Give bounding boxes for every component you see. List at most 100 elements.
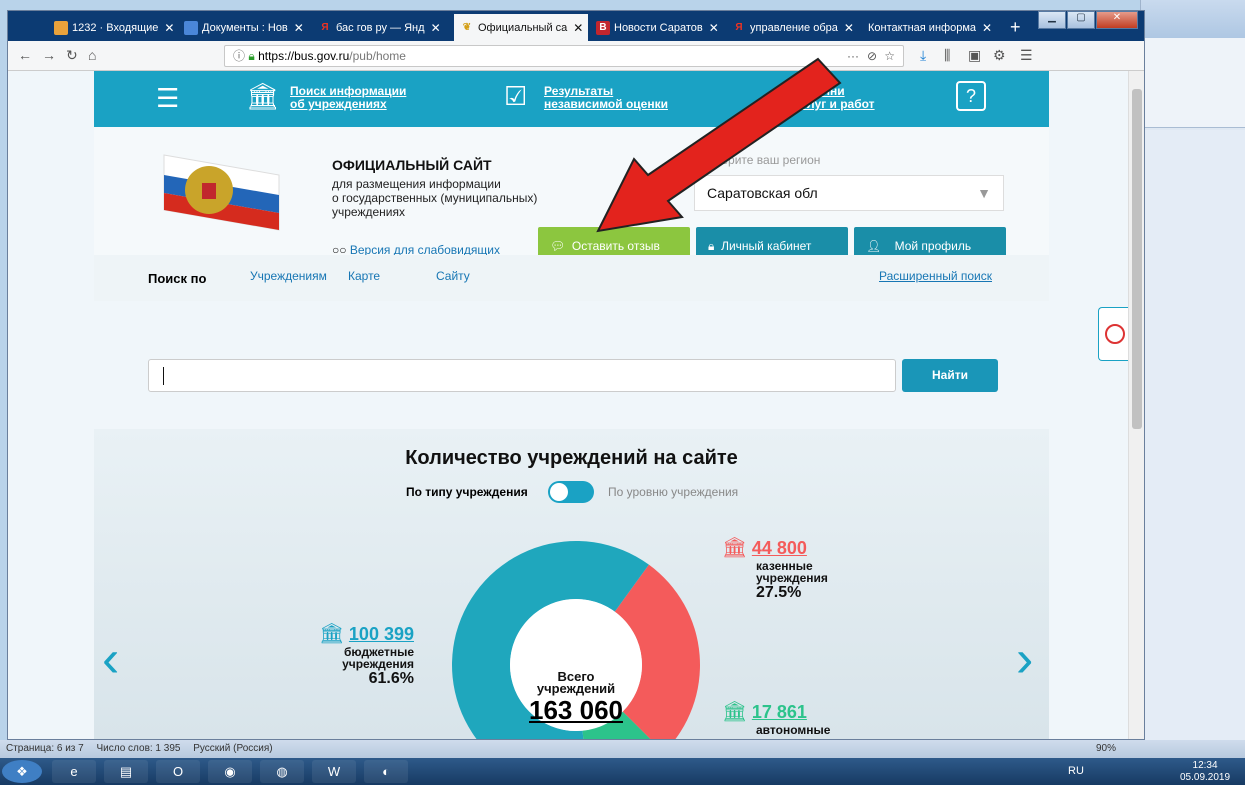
search-by-site[interactable]: Сайту <box>436 269 470 283</box>
tab-uprav[interactable]: Яуправление обра ✕ <box>726 14 860 41</box>
building-icon: 🏛︎ <box>722 537 748 559</box>
sidebar-icon[interactable]: ▣ <box>968 47 981 64</box>
maximize-button[interactable]: ▢ <box>1067 11 1095 29</box>
close-icon[interactable]: ✕ <box>164 21 174 35</box>
close-icon[interactable]: ✕ <box>294 21 304 35</box>
close-icon[interactable]: ✕ <box>431 21 441 35</box>
reload-icon[interactable]: ↻ <box>66 47 78 64</box>
language-status: Русский (Россия) <box>193 743 273 754</box>
site-subtitle: для размещения информации о государственн… <box>332 177 592 219</box>
clock[interactable]: 12:34 05.09.2019 <box>1180 760 1230 784</box>
tab-yandex[interactable]: Ябас гов ру — Янд ✕ <box>312 14 452 41</box>
menu-icon[interactable]: ☰ <box>1020 47 1033 64</box>
web-page: ☰ 🏛︎ Поиск информации об учреждениях ☑ Ре… <box>8 71 1130 739</box>
type-toggle[interactable] <box>548 481 594 503</box>
tab-label: Новости Саратов <box>614 21 703 34</box>
lock-icon: 🔒︎ <box>248 49 255 63</box>
tab-official[interactable]: ❦ Официальный са ✕ <box>454 14 588 41</box>
subtitle-line: для размещения информации <box>332 177 501 191</box>
top-navigation: ☰ 🏛︎ Поиск информации об учреждениях ☑ Ре… <box>94 71 1049 127</box>
lang-indicator[interactable]: RU <box>1068 765 1084 777</box>
close-icon[interactable]: ✕ <box>982 21 992 35</box>
clock-date: 05.09.2019 <box>1180 772 1231 783</box>
tab-label: 1232 · Входящие <box>72 21 159 34</box>
yandex-icon: Я <box>321 21 329 33</box>
stats-title: Количество учреждений на сайте <box>405 447 738 469</box>
zoom-level[interactable]: 90% <box>1096 740 1116 758</box>
tab-docs[interactable]: Документы : Нов ✕ <box>178 14 310 41</box>
coat-of-arms-logo <box>163 154 280 231</box>
info-icon[interactable]: ⓘ <box>233 49 245 63</box>
url-path: /pub/home <box>349 49 406 63</box>
budget-value[interactable]: 100 399 <box>349 624 414 644</box>
building-icon: 🏛︎ <box>246 81 280 111</box>
prev-arrow-icon[interactable]: ‹ <box>102 629 119 689</box>
kazennye-percent: 27.5% <box>756 584 802 601</box>
auto-label: автономные <box>756 723 831 737</box>
close-icon[interactable]: ✕ <box>573 21 583 35</box>
close-window-button[interactable]: ✕ <box>1096 11 1138 29</box>
new-tab-button[interactable]: + <box>1004 14 1024 41</box>
page-count: Страница: 6 из 7 <box>6 743 84 754</box>
window-controls: ▁ ▢ ✕ <box>1037 11 1138 29</box>
close-icon[interactable]: ✕ <box>709 21 719 35</box>
word-icon[interactable]: W <box>312 760 356 783</box>
word-status-bar: Страница: 6 из 7 Число слов: 1 395 Русск… <box>0 740 1245 758</box>
kazennye-value[interactable]: 44 800 <box>752 538 807 558</box>
ie-icon[interactable]: e <box>52 760 96 783</box>
home-icon[interactable]: ⌂ <box>88 47 96 63</box>
kazennye-block: 🏛︎ 44 800 казенные учреждения 27.5% <box>722 535 828 602</box>
search-input[interactable] <box>148 359 896 392</box>
mail-icon <box>54 20 68 35</box>
auto-value[interactable]: 17 861 <box>752 702 807 722</box>
help-icon[interactable]: ? <box>956 81 986 111</box>
user-icon: 👤︎ <box>866 239 882 253</box>
minimize-button[interactable]: ▁ <box>1038 11 1066 29</box>
nav-search-info[interactable]: Поиск информации об учреждениях <box>290 85 406 111</box>
hamburger-icon[interactable]: ☰ <box>156 83 179 114</box>
budget-label: учреждения <box>342 657 414 671</box>
checkmark-icon: ☑ <box>504 81 528 111</box>
tab-contacts[interactable]: Контактная информа ✕ <box>862 14 1002 41</box>
extension-icon[interactable]: ⚙ <box>993 47 1006 64</box>
forward-icon[interactable]: → <box>42 47 56 63</box>
search-by-institutions[interactable]: Учреждениям <box>250 269 327 283</box>
clock-time: 12:34 <box>1192 760 1218 771</box>
search-by-map[interactable]: Карте <box>348 269 380 283</box>
lock-icon: 🔒︎ <box>708 239 715 253</box>
explorer-icon[interactable]: ▤ <box>104 760 148 783</box>
total-block: Всего учреждений 163 060 <box>518 670 634 726</box>
gosuslugi-widget[interactable] <box>1098 307 1130 361</box>
total-value: 163 060 <box>529 695 623 725</box>
gosuslugi-icon <box>1105 324 1125 344</box>
find-button[interactable]: Найти <box>902 359 998 392</box>
tab-mail[interactable]: 1232 · Входящие ✕ <box>48 14 176 41</box>
next-arrow-icon[interactable]: › <box>1016 629 1033 689</box>
chrome-icon[interactable]: ◉ <box>208 760 252 783</box>
download-icon[interactable]: ⤓ <box>920 47 926 64</box>
close-icon[interactable]: ✕ <box>844 21 854 35</box>
dropdown-arrow-icon: ▼ <box>977 185 991 201</box>
total-label: учреждений <box>536 681 616 696</box>
tab-label: бас гов ру — Янд <box>336 21 425 34</box>
advanced-search-link[interactable]: Расширенный поиск <box>879 269 992 283</box>
app-icon[interactable]: ◐ <box>364 760 408 783</box>
subtitle-line: учреждениях <box>332 205 405 219</box>
nav-bar: ← → ↻ ⌂ ⓘ 🔒︎ https://bus.gov.ru/pub/home… <box>8 41 1144 71</box>
emblem-icon: ❦ <box>462 21 472 33</box>
bookmark-star-icon[interactable]: ☆ <box>884 46 895 66</box>
budget-block: 🏛︎ 100 399 бюджетные учреждения 61.6% <box>298 621 414 688</box>
building-icon: 🏛︎ <box>722 701 748 723</box>
library-icon[interactable]: ⫼ <box>944 47 950 64</box>
back-icon[interactable]: ← <box>18 47 32 63</box>
background-window <box>1140 0 1245 740</box>
tab-news[interactable]: B Новости Саратов ✕ <box>590 14 724 41</box>
start-button[interactable]: ❖ <box>2 760 42 783</box>
scroll-thumb[interactable] <box>1132 89 1142 429</box>
chat-icon: 💬︎ <box>550 239 566 253</box>
outlook-icon[interactable]: O <box>156 760 200 783</box>
scrollbar[interactable] <box>1128 71 1144 739</box>
toggle-left-label: По типу учреждения <box>406 485 528 499</box>
firefox-icon[interactable]: ◍ <box>260 760 304 783</box>
nav-line: об учреждениях <box>290 97 387 111</box>
